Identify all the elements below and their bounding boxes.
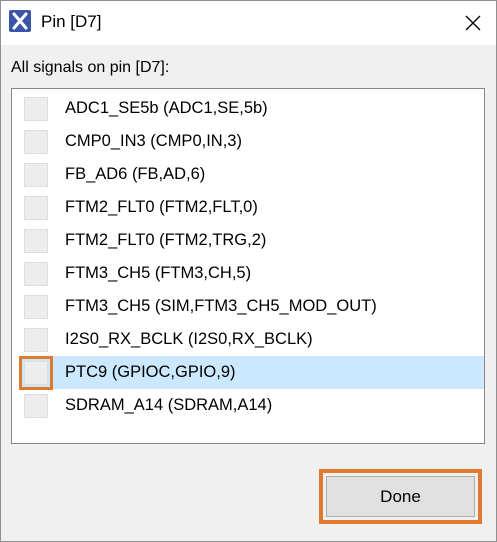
app-icon [9, 10, 31, 32]
signal-row[interactable]: FTM3_CH5 (FTM3,CH,5) [20, 257, 484, 290]
pin-dialog: Pin [D7] All signals on pin [D7]: ADC1_S… [0, 0, 497, 542]
signal-checkbox[interactable] [24, 129, 48, 154]
signal-checkbox[interactable] [19, 355, 53, 390]
signal-label: CMP0_IN3 (CMP0,IN,3) [65, 132, 242, 150]
signal-row[interactable]: SDRAM_A14 (SDRAM,A14) [20, 389, 484, 422]
signal-label: I2S0_RX_BCLK (I2S0,RX_BCLK) [65, 330, 313, 348]
signal-row[interactable]: ADC1_SE5b (ADC1,SE,5b) [20, 92, 484, 125]
signal-checkbox[interactable] [24, 261, 48, 286]
signal-label: FTM2_FLT0 (FTM2,TRG,2) [65, 231, 267, 249]
close-icon [465, 15, 481, 31]
signal-label: SDRAM_A14 (SDRAM,A14) [65, 396, 273, 414]
signal-row[interactable]: PTC9 (GPIOC,GPIO,9) [19, 355, 484, 390]
signal-row[interactable]: CMP0_IN3 (CMP0,IN,3) [20, 125, 484, 158]
done-button[interactable]: Done [326, 476, 475, 517]
signal-row[interactable]: I2S0_RX_BCLK (I2S0,RX_BCLK) [20, 323, 484, 356]
close-button[interactable] [450, 1, 496, 45]
signal-label: PTC9 (GPIOC,GPIO,9) [65, 363, 236, 381]
signal-checkbox[interactable] [24, 195, 48, 220]
signal-checkbox[interactable] [24, 162, 48, 187]
signals-label: All signals on pin [D7]: [11, 59, 170, 76]
signal-row[interactable]: FTM2_FLT0 (FTM2,FLT,0) [20, 191, 484, 224]
signal-row[interactable]: FB_AD6 (FB,AD,6) [20, 158, 484, 191]
title-bar: Pin [D7] [1, 1, 496, 45]
signal-checkbox[interactable] [24, 393, 48, 418]
signal-label: FTM2_FLT0 (FTM2,FLT,0) [65, 198, 258, 216]
done-button-highlight: Done [319, 469, 482, 524]
signal-list[interactable]: ADC1_SE5b (ADC1,SE,5b) CMP0_IN3 (CMP0,IN,… [11, 88, 485, 444]
signal-label: ADC1_SE5b (ADC1,SE,5b) [65, 99, 268, 117]
signal-label: FTM3_CH5 (FTM3,CH,5) [65, 264, 252, 282]
signal-checkbox[interactable] [24, 228, 48, 253]
signal-row[interactable]: FTM2_FLT0 (FTM2,TRG,2) [20, 224, 484, 257]
signal-row[interactable]: FTM3_CH5 (SIM,FTM3_CH5_MOD_OUT) [20, 290, 484, 323]
signal-checkbox[interactable] [24, 327, 48, 352]
signal-checkbox[interactable] [24, 294, 48, 319]
signal-label: FB_AD6 (FB,AD,6) [65, 165, 206, 183]
window-title: Pin [D7] [41, 12, 102, 31]
signal-label: FTM3_CH5 (SIM,FTM3_CH5_MOD_OUT) [65, 297, 377, 315]
signal-checkbox[interactable] [24, 96, 48, 121]
